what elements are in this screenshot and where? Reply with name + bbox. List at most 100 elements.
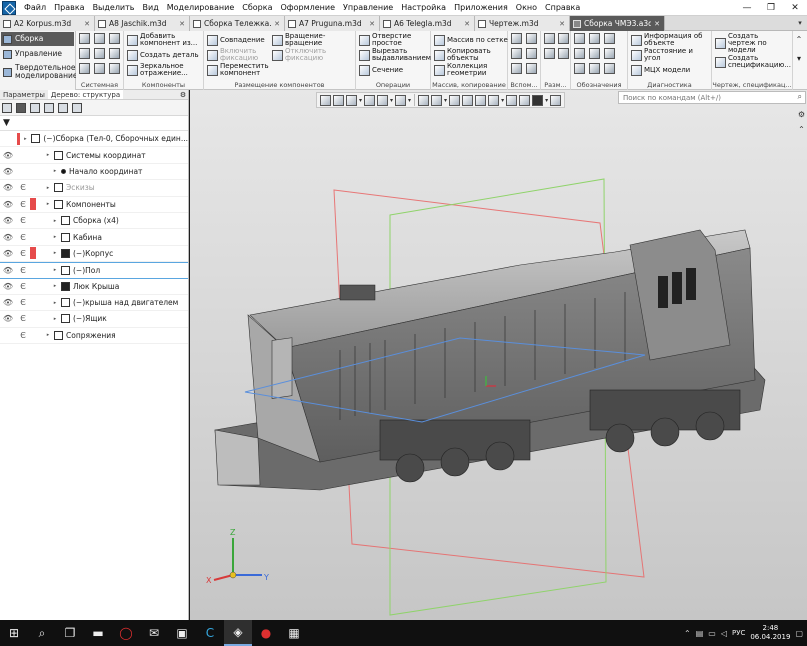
menu-help[interactable]: Справка — [541, 0, 584, 16]
distance-angle-button[interactable]: Расстояние и угол — [631, 48, 704, 62]
radius-dim-icon[interactable] — [544, 48, 555, 59]
menu-select[interactable]: Выделить — [89, 0, 139, 16]
tree-refresh-icon[interactable] — [44, 102, 54, 113]
restore-button[interactable]: ❐ — [759, 0, 783, 16]
add-component-button[interactable]: Добавить компонент из... — [127, 33, 200, 47]
point-icon[interactable] — [511, 48, 522, 59]
task-view-icon[interactable]: ❐ — [56, 620, 84, 646]
tree-row[interactable]: 👁 Є ▸ Эскизы — [0, 180, 188, 197]
tree-options-icon[interactable] — [30, 102, 40, 113]
extrude-cut-button[interactable]: Вырезать выдавливанием — [359, 48, 431, 62]
mail-icon[interactable]: ✉ — [140, 620, 168, 646]
chevron-up-icon[interactable]: ⌃ — [684, 629, 691, 638]
battery-icon[interactable]: ▭ — [708, 629, 716, 638]
menu-view[interactable]: Вид — [139, 0, 163, 16]
mass-properties-button[interactable]: МЦХ модели — [631, 63, 704, 77]
tree-row[interactable]: 👁 Є ▸ Люк Крыша — [0, 279, 188, 295]
category-manage[interactable]: Управление — [1, 47, 74, 61]
new-doc-icon[interactable] — [79, 33, 90, 44]
linear-dim-icon[interactable] — [544, 33, 555, 44]
save-icon[interactable]: ▣ — [168, 620, 196, 646]
close-tab-icon[interactable]: ✕ — [369, 20, 375, 28]
symbol-icon[interactable] — [604, 63, 615, 74]
minimize-button[interactable]: — — [735, 0, 759, 16]
visibility-eye-icon[interactable]: 👁 — [0, 200, 16, 209]
grid-array-button[interactable]: Массив по сетке — [434, 33, 508, 47]
tree-row[interactable]: ▸ (−)Сборка (Тел-0, Сборочных един... — [0, 131, 188, 148]
tree-row[interactable]: 👁 Є ▸ Сборка (х4) — [0, 213, 188, 230]
doc-tab[interactable]: Сборка Тележка.a3d✕ — [190, 16, 285, 31]
category-solid-modeling[interactable]: Твердотельное моделирование — [1, 62, 77, 82]
simple-hole-button[interactable]: Отверстие простое — [359, 33, 428, 47]
start-icon[interactable]: ⊞ — [0, 620, 28, 646]
menu-settings[interactable]: Настройка — [397, 0, 450, 16]
record-icon[interactable]: ● — [252, 620, 280, 646]
close-tab-icon[interactable]: ✕ — [179, 20, 185, 28]
expand-chevron-icon[interactable]: ▸ — [52, 218, 58, 224]
expand-chevron-icon[interactable]: ▸ — [22, 136, 28, 142]
expand-chevron-icon[interactable]: ▸ — [52, 234, 58, 240]
geometry-collection-button[interactable]: Коллекция геометрии — [434, 63, 508, 77]
menu-apps[interactable]: Приложения — [450, 0, 512, 16]
visibility-eye-icon[interactable]: 👁 — [0, 266, 16, 275]
rebuild-icon[interactable] — [109, 48, 120, 59]
copy-objects-button[interactable]: Копировать объекты — [434, 48, 508, 62]
tolerance-icon[interactable] — [604, 33, 615, 44]
tree-row[interactable]: 👁 Є ▸ (−)Ящик — [0, 311, 188, 328]
doc-tab[interactable]: Чертеж.m3d ✕ — [475, 16, 570, 31]
create-spec-button[interactable]: Создать спецификацию... — [715, 55, 791, 69]
table-icon[interactable] — [604, 48, 615, 59]
panel-settings-icon[interactable]: ⚙ — [178, 90, 188, 99]
close-tab-icon[interactable]: ✕ — [464, 20, 470, 28]
menu-file[interactable]: Файл — [20, 0, 50, 16]
edit-mode-icon[interactable]: Є — [16, 216, 30, 225]
tree-group-icon[interactable] — [72, 102, 82, 113]
roughness-icon[interactable] — [589, 33, 600, 44]
close-tab-icon[interactable]: ✕ — [274, 20, 280, 28]
expand-chevron-icon[interactable]: ▸ — [45, 185, 51, 191]
plane-icon[interactable] — [526, 33, 537, 44]
expand-chevron-icon[interactable]: ▸ — [52, 250, 58, 256]
language-indicator[interactable]: РУС — [732, 629, 745, 637]
menu-assembly[interactable]: Сборка — [238, 0, 276, 16]
visibility-eye-icon[interactable]: 👁 — [0, 298, 16, 307]
axis-icon[interactable] — [511, 33, 522, 44]
tree-row[interactable]: 👁 ▸ Начало координат — [0, 164, 188, 181]
close-window-button[interactable]: ✕ — [783, 0, 807, 16]
doc-tab[interactable]: A6 Telegla.m3d ✕ — [380, 16, 475, 31]
category-assembly[interactable]: Сборка — [1, 32, 74, 46]
3d-viewport[interactable]: ▾ ▾ ▾ ▾ ▾ ▾ ⌕ ⚙ ⌃ — [190, 90, 807, 620]
explorer-icon[interactable]: ▬ — [84, 620, 112, 646]
section-button[interactable]: Сечение — [359, 63, 428, 77]
print-icon[interactable] — [79, 48, 90, 59]
visibility-eye-icon[interactable]: 👁 — [0, 233, 16, 242]
tree-row[interactable]: 👁 ▸ Системы координат — [0, 147, 188, 164]
structure-view-icon[interactable] — [16, 102, 26, 113]
undo-icon[interactable] — [79, 63, 90, 74]
diameter-dim-icon[interactable] — [558, 48, 569, 59]
visibility-eye-icon[interactable]: 👁 — [0, 183, 16, 192]
properties-icon[interactable] — [94, 48, 105, 59]
tree-view-icon[interactable] — [2, 102, 12, 113]
mirror-button[interactable]: Зеркальное отражение... — [127, 63, 200, 77]
expand-chevron-icon[interactable]: ▸ — [52, 267, 58, 273]
doc-tab[interactable]: A8 Jaschik.m3d ✕ — [95, 16, 190, 31]
app-c-icon[interactable]: C — [196, 620, 224, 646]
base-icon[interactable] — [574, 48, 585, 59]
edit-mode-icon[interactable]: Є — [16, 183, 30, 192]
visibility-eye-icon[interactable]: 👁 — [0, 314, 16, 323]
coincidence-button[interactable]: Совпадение — [207, 33, 268, 47]
expand-chevron-icon[interactable]: ▸ — [45, 332, 51, 338]
notifications-icon[interactable]: ▢ — [795, 629, 803, 638]
menu-modeling[interactable]: Моделирование — [163, 0, 239, 16]
angle-dim-icon[interactable] — [558, 33, 569, 44]
close-tab-icon[interactable]: ✕ — [654, 20, 660, 28]
move-component-button[interactable]: Переместить компонент — [207, 63, 269, 77]
expand-chevron-icon[interactable]: ▸ — [52, 168, 58, 174]
expand-chevron-icon[interactable]: ▸ — [45, 152, 51, 158]
tree-row[interactable]: 👁 Є ▸ Компоненты — [0, 197, 188, 213]
edit-mode-icon[interactable]: Є — [16, 249, 30, 258]
doc-tab[interactable]: A7 Pruguna.m3d ✕ — [285, 16, 380, 31]
create-drawing-button[interactable]: Создать чертеж по модели — [715, 33, 788, 54]
visibility-eye-icon[interactable]: 👁 — [0, 151, 16, 160]
